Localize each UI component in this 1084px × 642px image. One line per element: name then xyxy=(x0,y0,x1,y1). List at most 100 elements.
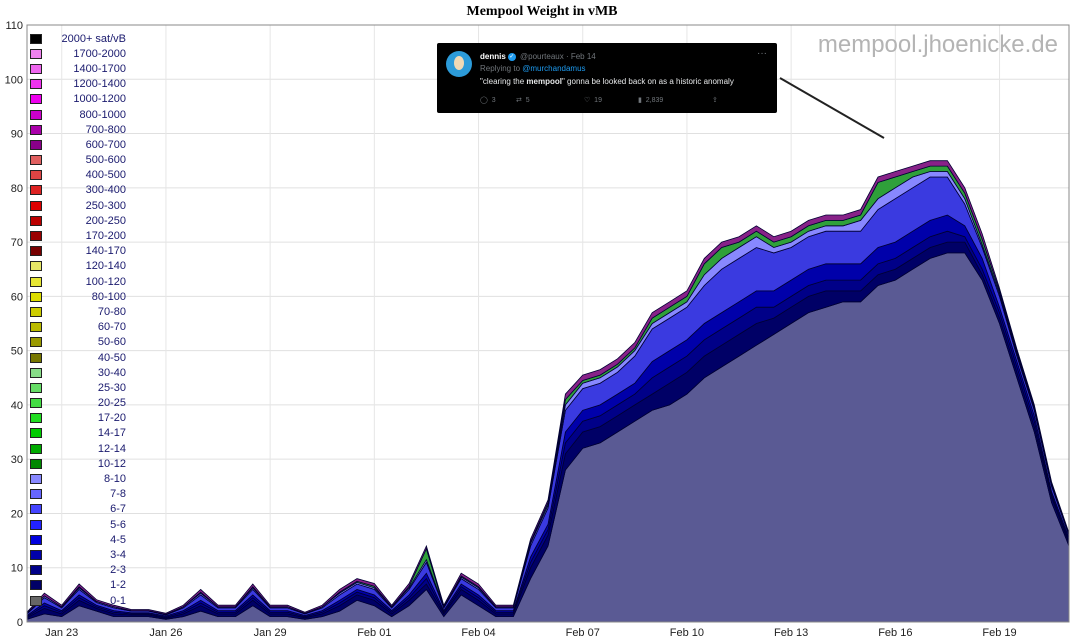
legend-item[interactable]: 8-10 xyxy=(30,471,126,486)
legend-item[interactable]: 250-300 xyxy=(30,198,126,213)
legend-item[interactable]: 1200-1400 xyxy=(30,77,126,92)
legend-label: 50-60 xyxy=(97,336,126,349)
legend-item[interactable]: 30-40 xyxy=(30,365,126,380)
legend-swatch[interactable] xyxy=(30,458,42,469)
legend-swatch[interactable] xyxy=(30,398,42,409)
legend-item[interactable]: 600-700 xyxy=(30,137,126,152)
legend-swatch[interactable] xyxy=(30,413,42,424)
share-action[interactable]: ⇪ xyxy=(712,96,718,104)
legend-swatch[interactable] xyxy=(30,519,42,530)
embedded-tweet[interactable]: dennis ✓ @pourteaux · Feb 14 ··· Replying… xyxy=(437,43,777,113)
legend-item[interactable]: 25-30 xyxy=(30,380,126,395)
legend-item[interactable]: 2000+ sat/vB xyxy=(30,31,126,46)
legend-swatch[interactable] xyxy=(30,231,42,242)
legend-item[interactable]: 100-120 xyxy=(30,274,126,289)
legend-item[interactable]: 14-17 xyxy=(30,426,126,441)
legend-item[interactable]: 200-250 xyxy=(30,213,126,228)
series-area-0-1 xyxy=(26,252,1070,623)
legend-swatch[interactable] xyxy=(30,33,42,44)
views-action[interactable]: ▮ 2,839 xyxy=(638,96,663,104)
legend-swatch[interactable] xyxy=(30,63,42,74)
legend-item[interactable]: 1-2 xyxy=(30,578,126,593)
legend-swatch[interactable] xyxy=(30,291,42,302)
legend-swatch[interactable] xyxy=(30,580,42,591)
avatar[interactable] xyxy=(446,51,472,77)
legend-label: 700-800 xyxy=(85,123,126,136)
legend-item[interactable]: 500-600 xyxy=(30,153,126,168)
legend-item[interactable]: 60-70 xyxy=(30,320,126,335)
legend-item[interactable]: 1700-2000 xyxy=(30,46,126,61)
legend-swatch[interactable] xyxy=(30,474,42,485)
legend-swatch[interactable] xyxy=(30,276,42,287)
legend-item[interactable]: 40-50 xyxy=(30,350,126,365)
legend-swatch[interactable] xyxy=(30,246,42,257)
legend-item[interactable]: 70-80 xyxy=(30,304,126,319)
legend-item[interactable]: 1400-1700 xyxy=(30,61,126,76)
x-tick-label: Feb 10 xyxy=(670,627,704,639)
tweet-date[interactable]: · Feb 14 xyxy=(566,52,596,61)
legend-swatch[interactable] xyxy=(30,322,42,333)
stacked-area-plot xyxy=(26,160,1070,623)
retweet-icon: ⇄ xyxy=(516,97,522,104)
legend-swatch[interactable] xyxy=(30,504,42,515)
legend-swatch[interactable] xyxy=(30,595,42,606)
legend-label: 600-700 xyxy=(85,138,126,151)
legend-swatch[interactable] xyxy=(30,48,42,59)
reply-action[interactable]: ◯ 3 xyxy=(480,96,496,104)
legend-label: 1-2 xyxy=(110,579,126,592)
legend-swatch[interactable] xyxy=(30,170,42,181)
legend-item[interactable]: 400-500 xyxy=(30,168,126,183)
legend-swatch[interactable] xyxy=(30,155,42,166)
legend-item[interactable]: 4-5 xyxy=(30,532,126,547)
legend-swatch[interactable] xyxy=(30,337,42,348)
legend-item[interactable]: 12-14 xyxy=(30,441,126,456)
legend-swatch[interactable] xyxy=(30,215,42,226)
tweet-handle[interactable]: @pourteaux xyxy=(520,52,564,61)
legend-swatch[interactable] xyxy=(30,352,42,363)
legend-label: 170-200 xyxy=(85,230,126,243)
legend-item[interactable]: 170-200 xyxy=(30,228,126,243)
legend-item[interactable]: 800-1000 xyxy=(30,107,126,122)
legend-swatch[interactable] xyxy=(30,382,42,393)
legend-item[interactable]: 80-100 xyxy=(30,289,126,304)
legend-swatch[interactable] xyxy=(30,489,42,500)
legend-item[interactable]: 1000-1200 xyxy=(30,92,126,107)
legend-swatch[interactable] xyxy=(30,124,42,135)
legend-swatch[interactable] xyxy=(30,185,42,196)
legend-swatch[interactable] xyxy=(30,109,42,120)
legend-item[interactable]: 2-3 xyxy=(30,563,126,578)
legend-item[interactable]: 6-7 xyxy=(30,502,126,517)
x-tick-label: Jan 29 xyxy=(254,627,287,639)
legend-swatch[interactable] xyxy=(30,443,42,454)
legend-item[interactable]: 140-170 xyxy=(30,244,126,259)
legend-swatch[interactable] xyxy=(30,94,42,105)
legend-item[interactable]: 7-8 xyxy=(30,487,126,502)
legend-item[interactable]: 10-12 xyxy=(30,456,126,471)
legend-swatch[interactable] xyxy=(30,306,42,317)
legend-swatch[interactable] xyxy=(30,428,42,439)
legend-swatch[interactable] xyxy=(30,200,42,211)
retweet-action[interactable]: ⇄ 5 xyxy=(516,96,530,104)
y-tick-label: 100 xyxy=(5,74,23,86)
replying-to-link[interactable]: @murchandamus xyxy=(522,64,585,73)
like-action[interactable]: ♡ 19 xyxy=(584,96,602,104)
legend-swatch[interactable] xyxy=(30,139,42,150)
legend-item[interactable]: 3-4 xyxy=(30,547,126,562)
legend-swatch[interactable] xyxy=(30,79,42,90)
legend-swatch[interactable] xyxy=(30,367,42,378)
legend-item[interactable]: 120-140 xyxy=(30,259,126,274)
legend-item[interactable]: 5-6 xyxy=(30,517,126,532)
legend-item[interactable]: 300-400 xyxy=(30,183,126,198)
legend-swatch[interactable] xyxy=(30,549,42,560)
legend-label: 5-6 xyxy=(110,518,126,531)
legend-item[interactable]: 20-25 xyxy=(30,396,126,411)
legend-item[interactable]: 17-20 xyxy=(30,411,126,426)
legend-item[interactable]: 0-1 xyxy=(30,593,126,608)
legend-swatch[interactable] xyxy=(30,261,42,272)
tweet-author-name[interactable]: dennis xyxy=(480,52,506,61)
legend-item[interactable]: 700-800 xyxy=(30,122,126,137)
legend-swatch[interactable] xyxy=(30,565,42,576)
legend-swatch[interactable] xyxy=(30,534,42,545)
legend-item[interactable]: 50-60 xyxy=(30,335,126,350)
more-options-icon[interactable]: ··· xyxy=(757,48,767,59)
